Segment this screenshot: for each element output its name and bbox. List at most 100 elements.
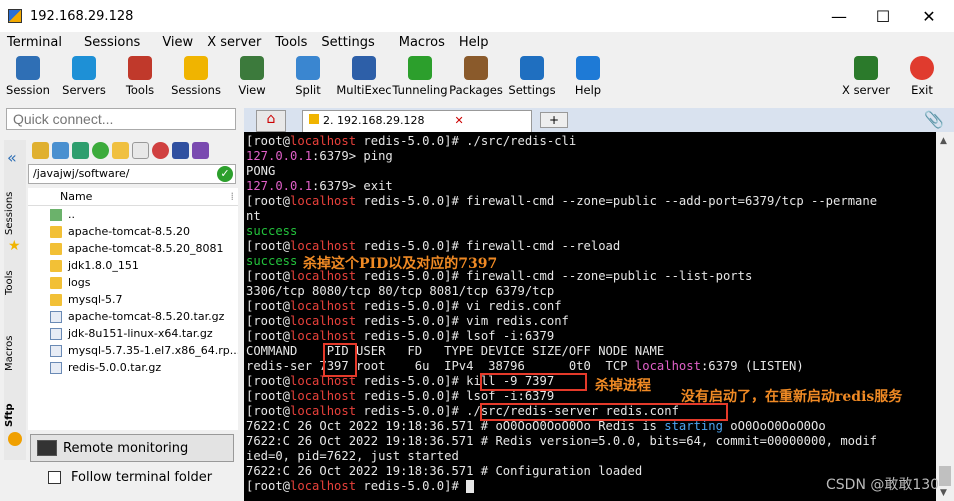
- minimize-button[interactable]: —: [816, 0, 862, 32]
- toolbar-multiexec-button[interactable]: MultiExec: [336, 54, 392, 102]
- file-list-item[interactable]: redis-5.0.0.tar.gz: [28, 359, 238, 376]
- menu-sessions[interactable]: Sessions: [77, 35, 147, 50]
- toolbar-tools-button[interactable]: Tools: [112, 54, 168, 102]
- menu-terminal[interactable]: Terminal: [0, 35, 69, 50]
- file-list-item[interactable]: mysql-5.7: [28, 291, 238, 308]
- terminal-text-segment: redis-5.0.0]# vim redis.conf: [356, 314, 569, 328]
- terminal-text-segment: success: [246, 254, 298, 268]
- terminal-text-segment: localhost: [290, 404, 357, 418]
- toolbar-servers-button[interactable]: Servers: [56, 54, 112, 102]
- menu-bar: Terminal Sessions View X server Tools Se…: [0, 32, 954, 52]
- home-tab[interactable]: ⌂: [256, 110, 286, 132]
- refresh-icon[interactable]: [92, 141, 109, 159]
- current-path-field[interactable]: /javajwj/software/ ✓: [28, 164, 236, 184]
- text-edit-icon[interactable]: [172, 141, 189, 159]
- delete-icon[interactable]: [152, 141, 169, 159]
- follow-terminal-label: Follow terminal folder: [71, 470, 213, 485]
- toolbar-settings-button[interactable]: Settings: [504, 54, 560, 102]
- new-tab-button[interactable]: +: [540, 112, 568, 128]
- file-list-item[interactable]: ..: [28, 206, 238, 223]
- terminal-scrollbar[interactable]: ▲ ▼: [936, 132, 954, 501]
- terminal-text-segment: localhost: [290, 314, 357, 328]
- toolbar-x-server-button[interactable]: X server: [838, 54, 894, 102]
- split-icon: [296, 56, 320, 80]
- close-tab-icon[interactable]: ✕: [454, 114, 463, 127]
- terminal-text-segment: localhost: [290, 329, 357, 343]
- title-bar: 192.168.29.128 — ☐ ✕: [0, 0, 954, 32]
- toolbar-label: Settings: [508, 83, 556, 97]
- file-list-item[interactable]: jdk-8u151-linux-x64.tar.gz: [28, 325, 238, 342]
- permissions-icon[interactable]: [192, 141, 209, 159]
- file-list-item[interactable]: jdk1.8.0_151: [28, 257, 238, 274]
- toolbar-tunneling-button[interactable]: Tunneling: [392, 54, 448, 102]
- scroll-up-icon[interactable]: ▲: [940, 136, 947, 146]
- tab-sessions[interactable]: Sessions: [4, 188, 26, 238]
- column-name-header[interactable]: Name: [60, 190, 92, 203]
- file-list-item[interactable]: apache-tomcat-8.5.20.tar.gz: [28, 308, 238, 325]
- close-button[interactable]: ✕: [906, 0, 952, 32]
- terminal-text-segment: [root@: [246, 269, 291, 283]
- servers-icon: [72, 56, 96, 80]
- toolbar-exit-button[interactable]: Exit: [894, 54, 950, 102]
- menu-x-server[interactable]: X server: [200, 35, 268, 50]
- menu-help[interactable]: Help: [452, 35, 496, 50]
- terminal-line: 127.0.0.1:6379> exit: [246, 179, 934, 194]
- file-list-item[interactable]: apache-tomcat-8.5.20: [28, 223, 238, 240]
- file-list-header[interactable]: Name ⁞: [28, 188, 238, 206]
- file-name: apache-tomcat-8.5.20_8081: [68, 242, 224, 255]
- upload-icon[interactable]: [72, 141, 89, 159]
- toolbar-view-button[interactable]: View: [224, 54, 280, 102]
- terminal-text-segment: success: [246, 224, 298, 238]
- path-text: /javajwj/software/: [33, 167, 130, 180]
- session-tab[interactable]: 2. 192.168.29.128 ✕: [302, 110, 532, 132]
- toolbar-help-button[interactable]: Help: [560, 54, 616, 102]
- terminal-text-segment: [root@: [246, 389, 291, 403]
- tab-tools[interactable]: Tools: [4, 264, 26, 302]
- terminal-text-segment: 127.0.0.1: [246, 179, 313, 193]
- toolbar-sessions-button[interactable]: Sessions: [168, 54, 224, 102]
- toolbar-split-button[interactable]: Split: [280, 54, 336, 102]
- follow-terminal-folder-checkbox[interactable]: Follow terminal folder: [48, 470, 212, 485]
- scroll-thumb[interactable]: [939, 466, 951, 486]
- download-icon[interactable]: [52, 141, 69, 159]
- file-name: apache-tomcat-8.5.20.tar.gz: [68, 310, 225, 323]
- paperclip-icon[interactable]: 📎: [924, 110, 944, 129]
- collapse-sidebar-icon[interactable]: «: [7, 148, 17, 167]
- terminal-text-segment: [root@: [246, 374, 291, 388]
- column-separator[interactable]: ⁞: [231, 190, 235, 203]
- checkbox-icon[interactable]: [48, 471, 61, 484]
- toolbar-packages-button[interactable]: Packages: [448, 54, 504, 102]
- remote-monitoring-label: Remote monitoring: [63, 440, 189, 456]
- new-folder-icon[interactable]: [112, 141, 129, 159]
- main-toolbar: Session Servers Tools Sessions View Split Mult…: [0, 52, 954, 104]
- tab-sftp[interactable]: Sftp: [4, 400, 26, 430]
- folder-icon: [50, 293, 62, 306]
- menu-tools[interactable]: Tools: [268, 35, 314, 50]
- csdn-watermark: CSDN @敢敢130: [826, 477, 940, 493]
- terminal-output[interactable]: [root@localhost redis-5.0.0]# ./src/redi…: [244, 132, 936, 501]
- folder-icon: [50, 259, 62, 272]
- new-file-icon[interactable]: [132, 141, 149, 159]
- menu-settings[interactable]: Settings: [314, 35, 381, 50]
- terminal-text-segment: [root@: [246, 239, 291, 253]
- menu-view[interactable]: View: [155, 35, 200, 50]
- quick-connect-input[interactable]: [6, 108, 236, 130]
- menu-macros[interactable]: Macros: [392, 35, 452, 50]
- file-list-item[interactable]: logs: [28, 274, 238, 291]
- scroll-down-icon[interactable]: ▼: [940, 488, 947, 498]
- archive-file-icon: [50, 327, 62, 340]
- tab-macros[interactable]: Macros: [4, 330, 26, 376]
- terminal-line: success: [246, 224, 934, 239]
- toolbar-session-button[interactable]: Session: [0, 54, 56, 102]
- file-name: jdk-8u151-linux-x64.tar.gz: [68, 327, 213, 340]
- terminal-text-segment: localhost: [290, 134, 357, 148]
- terminal-line: 7622:C 26 Oct 2022 19:18:36.571 # oO0OoO…: [246, 419, 934, 434]
- folder-up-icon[interactable]: [32, 141, 49, 159]
- path-confirm-icon[interactable]: ✓: [217, 166, 233, 182]
- maximize-button[interactable]: ☐: [860, 0, 906, 32]
- file-list-item[interactable]: mysql-5.7.35-1.el7.x86_64.rp...: [28, 342, 238, 359]
- file-list-item[interactable]: apache-tomcat-8.5.20_8081: [28, 240, 238, 257]
- terminal-text-segment: localhost: [290, 194, 357, 208]
- remote-monitoring-button[interactable]: Remote monitoring: [30, 434, 234, 462]
- terminal-text-segment: :6379> ping: [312, 149, 393, 163]
